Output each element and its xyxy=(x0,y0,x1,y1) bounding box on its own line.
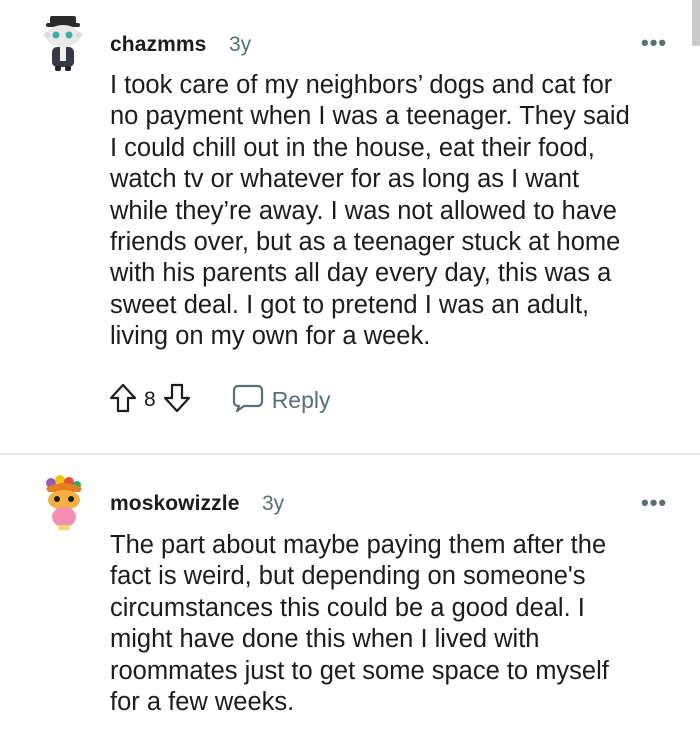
timestamp: 3y xyxy=(229,33,252,56)
comment-line: roommates just to get some space to myse… xyxy=(110,656,609,685)
vote-controls: 8 xyxy=(108,382,192,419)
comment-line: might have done this when I lived with xyxy=(110,625,540,654)
downvote-arrow-icon[interactable] xyxy=(162,382,192,419)
snoo-avatar-hat-icon xyxy=(44,16,82,71)
speech-bubble-icon xyxy=(232,383,264,418)
comment-line: living on my own for a week. xyxy=(110,322,431,351)
reply-button[interactable]: Reply xyxy=(232,383,331,418)
avatar[interactable] xyxy=(38,474,90,530)
avatar[interactable] xyxy=(38,14,90,71)
comment: moskowizzle 3y ••• The part about maybe … xyxy=(0,456,700,736)
comment-line: while they’re away. I was not allowed to… xyxy=(110,196,617,225)
upvote-arrow-icon[interactable] xyxy=(108,382,138,419)
timestamp: 3y xyxy=(262,492,285,515)
comment-line: The part about maybe paying them after t… xyxy=(110,531,607,559)
comment-body: The part about maybe paying them after t… xyxy=(110,530,685,718)
comment-line: watch tv or whatever for as long as I wa… xyxy=(110,165,580,194)
more-options-button[interactable]: ••• xyxy=(641,490,667,516)
comment-line: circumstances this could be a good deal.… xyxy=(110,593,585,622)
comment-line: friends over, but as a teenager stuck at… xyxy=(110,228,621,257)
comment-line: for a few weeks. xyxy=(110,688,295,717)
more-options-button[interactable]: ••• xyxy=(641,30,667,56)
divider xyxy=(0,453,700,455)
snoo-avatar-fruit-hat-icon xyxy=(46,475,82,530)
comment-body: I took care of my neighbors’ dogs and ca… xyxy=(110,70,685,353)
comment-line: I could chill out in the house, eat thei… xyxy=(110,133,595,162)
comment: chazmms 3y ••• I took care of my neighbo… xyxy=(0,0,700,452)
comment-line: sweet deal. I got to pretend I was an ad… xyxy=(110,290,590,319)
comment-actions: 8 Reply xyxy=(108,383,331,417)
comment-line: with his parents all day every day, this… xyxy=(110,259,612,288)
username[interactable]: moskowizzle xyxy=(110,492,239,516)
vote-count: 8 xyxy=(144,388,156,411)
comment-line: no payment when I was a teenager. They s… xyxy=(110,102,630,131)
reply-label: Reply xyxy=(271,386,331,413)
username[interactable]: chazmms xyxy=(110,33,206,57)
comment-line: I took care of my neighbors’ dogs and ca… xyxy=(110,71,613,99)
comment-line: fact is weird, but depending on someone'… xyxy=(110,562,586,591)
